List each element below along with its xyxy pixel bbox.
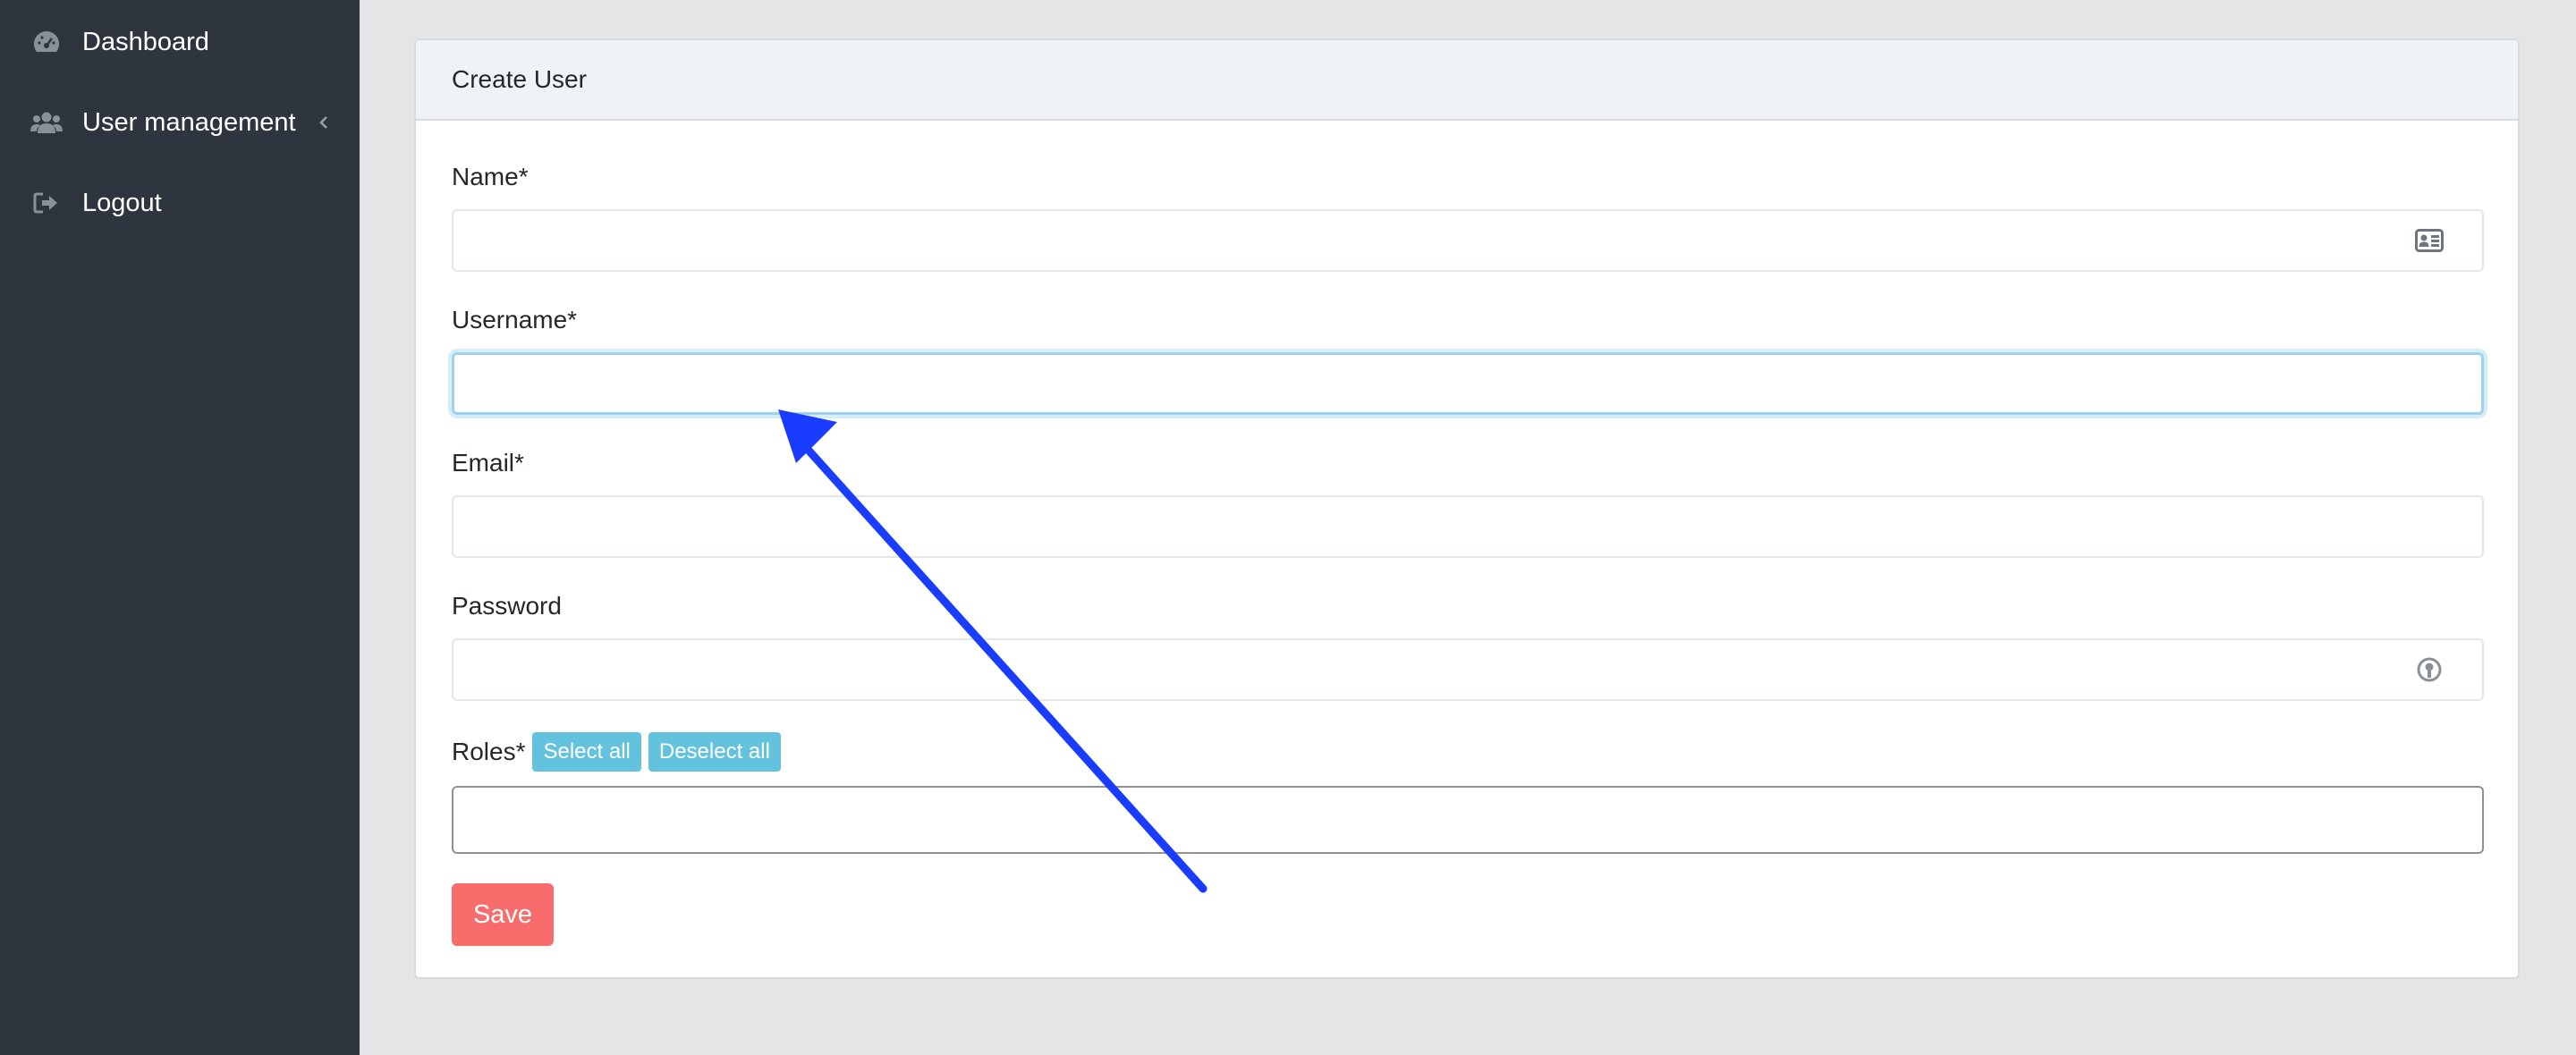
sidebar-item-logout[interactable]: Logout	[0, 164, 360, 242]
sidebar-item-label: User management	[82, 108, 296, 137]
password-label: Password	[452, 592, 562, 620]
id-card-icon	[2414, 225, 2445, 256]
card-title: Create User	[452, 65, 587, 93]
name-input[interactable]	[452, 209, 2484, 272]
roles-multiselect[interactable]	[452, 786, 2484, 854]
roles-label: Roles*	[452, 738, 526, 765]
app-root: Dashboard User management Logout Create …	[0, 0, 2576, 1055]
speedometer-icon	[30, 26, 63, 58]
save-button[interactable]: Save	[452, 883, 554, 946]
username-label: Username*	[452, 306, 578, 333]
sidebar-item-label: Dashboard	[82, 28, 209, 56]
chevron-left-icon	[315, 112, 333, 133]
email-label: Email*	[452, 449, 524, 477]
users-icon	[30, 106, 63, 139]
sidebar-item-user-management[interactable]: User management	[0, 83, 360, 162]
sidebar-item-dashboard[interactable]: Dashboard	[0, 3, 360, 81]
deselect-all-button[interactable]: Deselect all	[648, 732, 781, 772]
logout-icon	[30, 187, 63, 219]
sidebar: Dashboard User management Logout	[0, 0, 360, 1055]
email-input[interactable]	[452, 495, 2484, 558]
card-header: Create User	[416, 40, 2518, 121]
create-user-card: Create User Name* Username* Email* Passw…	[414, 38, 2520, 979]
sidebar-item-label: Logout	[82, 189, 162, 217]
key-icon	[2414, 654, 2445, 685]
username-input[interactable]	[452, 352, 2484, 415]
select-all-button[interactable]: Select all	[532, 732, 641, 772]
roles-header: Roles* Select all Deselect all	[452, 732, 788, 772]
password-input[interactable]	[452, 638, 2484, 701]
name-label: Name*	[452, 163, 529, 190]
